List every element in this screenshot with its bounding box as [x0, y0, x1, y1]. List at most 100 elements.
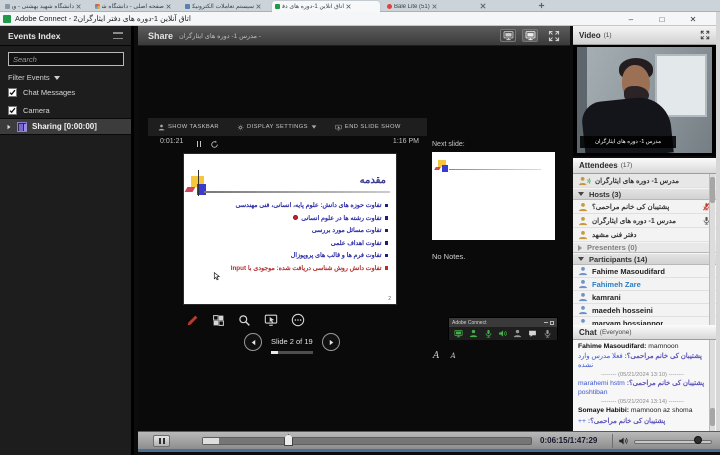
- fullscreen-icon[interactable]: [700, 30, 710, 40]
- font-larger-button[interactable]: A: [433, 351, 440, 361]
- maximize-button[interactable]: □: [653, 12, 671, 26]
- microphone-icon[interactable]: [484, 329, 493, 338]
- collapse-icon: [578, 192, 584, 196]
- playback-time: 0:06:15/1:47:29: [540, 432, 597, 450]
- chat-sender: پشتیبان کی خانم مراحمی؟:: [625, 353, 702, 360]
- tab-favicon: [95, 4, 100, 9]
- slide-bullet: تفاوت اهداف علمی: [192, 240, 388, 247]
- show-taskbar-button[interactable]: SHOW TASKBAR: [158, 124, 219, 131]
- panel-menu-icon[interactable]: [113, 32, 123, 39]
- volume-icon[interactable]: [618, 436, 628, 446]
- slide-counter: Slide 2 of 19: [271, 331, 313, 354]
- speaker-icon[interactable]: [498, 329, 507, 338]
- chat-messages-checkbox-row[interactable]: Chat Messages: [8, 88, 75, 97]
- pencil-icon[interactable]: [186, 314, 199, 327]
- checkbox-checked-icon[interactable]: [8, 106, 17, 115]
- minimize-button[interactable]: –: [622, 12, 640, 26]
- chat-scrollbar[interactable]: [709, 340, 715, 432]
- display-settings-button[interactable]: DISPLAY SETTINGS: [237, 124, 317, 131]
- maximize-icon[interactable]: [550, 321, 554, 325]
- host-row[interactable]: پشتیبان کی خانم مراحمی؟: [573, 200, 716, 214]
- slide-page-number: 2: [388, 296, 391, 302]
- host-row[interactable]: دفتر فنی مشهد: [573, 228, 716, 242]
- hosts-section-header[interactable]: Hosts (3): [573, 188, 716, 200]
- attendees-pod-header: Attendees (17): [573, 158, 716, 174]
- close-button[interactable]: ✕: [684, 12, 702, 26]
- pointer-screen-icon[interactable]: [264, 313, 278, 327]
- tab-close-icon[interactable]: [76, 4, 81, 9]
- participant-row[interactable]: kamrani: [573, 291, 716, 304]
- magnifier-icon[interactable]: [238, 314, 251, 327]
- replay-icon[interactable]: [210, 140, 219, 149]
- fullscreen-icon[interactable]: [548, 30, 560, 42]
- participant-row[interactable]: Fahimeh Zare: [573, 278, 716, 291]
- expand-arrow-icon[interactable]: [6, 124, 12, 130]
- browser-tab-active[interactable]: اتاق آنلاین 1-دوره های دفتر ایثا: [272, 1, 380, 12]
- thumbnails-icon[interactable]: [212, 314, 225, 327]
- slide-logo-red: [185, 187, 196, 192]
- more-options-icon[interactable]: [291, 313, 305, 327]
- seek-progress-fill: [203, 438, 219, 444]
- show-taskbar-label: SHOW TASKBAR: [168, 124, 219, 130]
- video-caption: مدرس 1- دوره های ایثارگران: [580, 136, 676, 148]
- participant-person-icon: [578, 318, 588, 325]
- participant-row[interactable]: maryam hossianpor: [573, 317, 716, 325]
- checkbox-checked-icon[interactable]: [8, 88, 17, 97]
- participants-section-header[interactable]: Participants (14): [573, 253, 716, 265]
- tab-close-icon[interactable]: [432, 4, 437, 9]
- browser-tab-1[interactable]: دانشگاه شهید بهشتی - ورود: [2, 1, 88, 12]
- screen-share-icon[interactable]: [454, 329, 463, 338]
- chat-bubble-icon[interactable]: [528, 329, 537, 338]
- tab-favicon: [185, 4, 190, 9]
- font-smaller-button[interactable]: A: [451, 352, 456, 360]
- minimize-icon[interactable]: [544, 322, 548, 323]
- font-size-buttons: A A: [433, 343, 456, 362]
- attendee-status-icon[interactable]: [513, 329, 522, 338]
- tab-close-icon[interactable]: [346, 4, 351, 9]
- volume-thumb[interactable]: [694, 436, 702, 444]
- single-display-button[interactable]: [500, 29, 516, 42]
- filter-events-dropdown[interactable]: Filter Events: [8, 73, 60, 82]
- red-dot-icon: [293, 215, 298, 220]
- slide-progress-bar: [271, 351, 313, 354]
- sharing-event-item[interactable]: Sharing [0:00:00]: [0, 118, 131, 135]
- camera-checkbox-row[interactable]: Camera: [8, 106, 50, 115]
- pause-button[interactable]: [153, 435, 170, 447]
- seek-thumb[interactable]: [284, 434, 293, 446]
- bullet-square-icon: [385, 241, 389, 245]
- screen: دانشگاه شهید بهشتی - ورود صفحه اصلی - دا…: [0, 0, 720, 455]
- tab-close-icon[interactable]: [480, 3, 486, 9]
- participant-row[interactable]: maedeh hosseini: [573, 304, 716, 317]
- mini-logo-blue: [442, 165, 448, 172]
- chat-text: marahemi hstm poshtiban: [578, 380, 625, 395]
- tab-close-icon[interactable]: [256, 4, 261, 9]
- chat-sender: Fahime Masoudifard:: [578, 343, 646, 350]
- scrollbar-thumb[interactable]: [710, 408, 715, 426]
- next-slide-button[interactable]: [322, 333, 340, 351]
- dual-display-button[interactable]: [522, 29, 538, 42]
- browser-tab-3[interactable]: سیستم تعاملات الکترونیکی: [182, 1, 268, 12]
- search-input[interactable]: [8, 52, 124, 66]
- presenters-section-header[interactable]: Presenters (0): [573, 242, 716, 253]
- previous-slide-button[interactable]: [244, 333, 262, 351]
- pause-icon[interactable]: [196, 141, 202, 149]
- host-row[interactable]: مدرس 1- دوره های ایثارگران: [573, 214, 716, 228]
- new-tab-icon[interactable]: [538, 2, 545, 9]
- webcam-person-icon[interactable]: [469, 329, 478, 338]
- bullet-square-icon: [385, 254, 389, 258]
- attendees-scrollbar[interactable]: [709, 174, 715, 325]
- host-name: پشتیبان کی خانم مراحمی؟: [592, 203, 669, 211]
- next-slide-label: Next slide:: [432, 141, 465, 148]
- participants-header-label: Participants (14): [589, 255, 647, 264]
- seek-bar[interactable]: [202, 437, 532, 445]
- browser-tab-5[interactable]: Bale Lite (51): [384, 1, 472, 12]
- tab-close-icon[interactable]: [166, 4, 171, 9]
- browser-tab-2[interactable]: صفحه اصلی - دانشگاه شهید: [92, 1, 178, 12]
- participant-person-icon: [578, 279, 588, 289]
- window-edge-scrollbar[interactable]: [716, 12, 720, 452]
- end-slide-show-button[interactable]: END SLIDE SHOW: [335, 124, 401, 131]
- mic-muted-icon[interactable]: [543, 329, 552, 338]
- scrollbar-thumb[interactable]: [710, 177, 715, 203]
- participant-row[interactable]: Fahime Masoudifard: [573, 265, 716, 278]
- active-speaker-row[interactable]: مدرس 1- دوره های ایثارگران: [573, 174, 716, 188]
